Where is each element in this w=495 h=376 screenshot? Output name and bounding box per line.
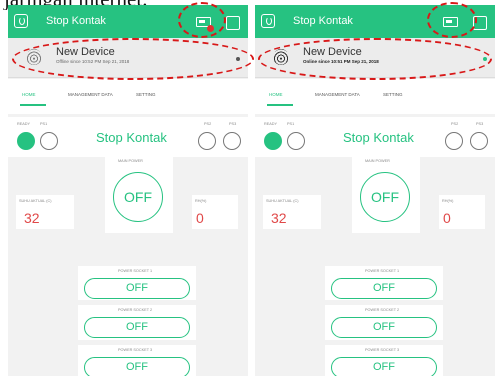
socket-card-1: POWER SOCKET 1 OFF (78, 266, 196, 300)
power-icon[interactable] (261, 14, 275, 28)
main-power-card: MAIN POWER OFF (352, 155, 420, 233)
active-tab-indicator (267, 104, 293, 106)
tab-management-data[interactable]: MANAGEMENT DATA (315, 92, 360, 97)
tab-management-data[interactable]: MANAGEMENT DATA (68, 92, 113, 97)
rh-card: RH(%) 0 (439, 195, 485, 229)
tab-home[interactable]: HOME (22, 92, 36, 97)
ready-led (17, 132, 35, 150)
tab-bar: HOME MANAGEMENT DATA SETTING (255, 79, 495, 114)
app-title: Stop Kontak (293, 15, 353, 27)
socket-card-2: POWER SOCKET 2 OFF (325, 305, 443, 340)
status-card: READY PS1 PS2 PS3 Stop Kontak (255, 117, 495, 157)
main-power-button[interactable]: OFF (113, 172, 163, 222)
rh-label: RH(%) (442, 199, 454, 203)
main-power-label: MAIN POWER (118, 159, 143, 163)
ready-led (264, 132, 282, 150)
suhu-label: SUHU AKTUAL (C) (19, 199, 52, 203)
main-power-label: MAIN POWER (365, 159, 390, 163)
socket-2-button[interactable]: OFF (331, 317, 437, 338)
ps1-label: PS1 (40, 122, 48, 126)
socket-3-label: POWER SOCKET 3 (118, 348, 153, 352)
ps2-led (198, 132, 216, 150)
rh-card: RH(%) 0 (192, 195, 238, 229)
ps3-led (223, 132, 241, 150)
suhu-value: 32 (24, 210, 40, 226)
suhu-value: 32 (271, 210, 287, 226)
socket-3-label: POWER SOCKET 3 (365, 348, 400, 352)
ps2-led (445, 132, 463, 150)
suhu-card: SUHU AKTUAL (C) 32 (263, 195, 321, 229)
socket-1-button[interactable]: OFF (331, 278, 437, 299)
widget-title: Stop Kontak (96, 130, 167, 145)
app-title: Stop Kontak (46, 15, 106, 27)
annotation-ellipse-battery-left (178, 2, 226, 38)
status-card: READY PS1 PS2 PS3 Stop Kontak (8, 117, 248, 157)
annotation-ellipse-device-right (258, 38, 492, 80)
ps3-label: PS3 (476, 122, 484, 126)
socket-card-2: POWER SOCKET 2 OFF (78, 305, 196, 340)
active-tab-indicator (20, 104, 46, 106)
socket-3-button[interactable]: OFF (84, 357, 190, 376)
suhu-label: SUHU AKTUAL (C) (266, 199, 299, 203)
rh-value: 0 (443, 210, 451, 226)
socket-1-label: POWER SOCKET 1 (365, 269, 400, 273)
power-icon[interactable] (14, 14, 28, 28)
socket-1-label: POWER SOCKET 1 (118, 269, 153, 273)
socket-1-button[interactable]: OFF (84, 278, 190, 299)
ps2-label: PS2 (204, 122, 212, 126)
ps1-led (287, 132, 305, 150)
square-icon[interactable] (226, 16, 240, 30)
ps3-label: PS3 (229, 122, 237, 126)
socket-3-button[interactable]: OFF (331, 357, 437, 376)
widget-title: Stop Kontak (343, 130, 414, 145)
rh-value: 0 (196, 210, 204, 226)
tab-setting[interactable]: SETTING (383, 92, 403, 97)
ps1-label: PS1 (287, 122, 295, 126)
ps2-label: PS2 (451, 122, 459, 126)
main-power-button[interactable]: OFF (360, 172, 410, 222)
socket-card-3: POWER SOCKET 3 OFF (78, 345, 196, 376)
socket-2-label: POWER SOCKET 2 (365, 308, 400, 312)
socket-card-3: POWER SOCKET 3 OFF (325, 345, 443, 376)
socket-2-button[interactable]: OFF (84, 317, 190, 338)
ps3-led (470, 132, 488, 150)
ps1-led (40, 132, 58, 150)
socket-card-1: POWER SOCKET 1 OFF (325, 266, 443, 300)
tab-home[interactable]: HOME (269, 92, 283, 97)
rh-label: RH(%) (195, 199, 207, 203)
annotation-ellipse-device-left (12, 38, 254, 80)
ready-label: READY (264, 122, 278, 126)
tab-setting[interactable]: SETTING (136, 92, 156, 97)
suhu-card: SUHU AKTUAL (C) 32 (16, 195, 74, 229)
annotation-ellipse-battery-right (427, 2, 477, 38)
ready-label: READY (17, 122, 31, 126)
tab-bar: HOME MANAGEMENT DATA SETTING (8, 79, 248, 114)
socket-2-label: POWER SOCKET 2 (118, 308, 153, 312)
main-power-card: MAIN POWER OFF (105, 155, 173, 233)
